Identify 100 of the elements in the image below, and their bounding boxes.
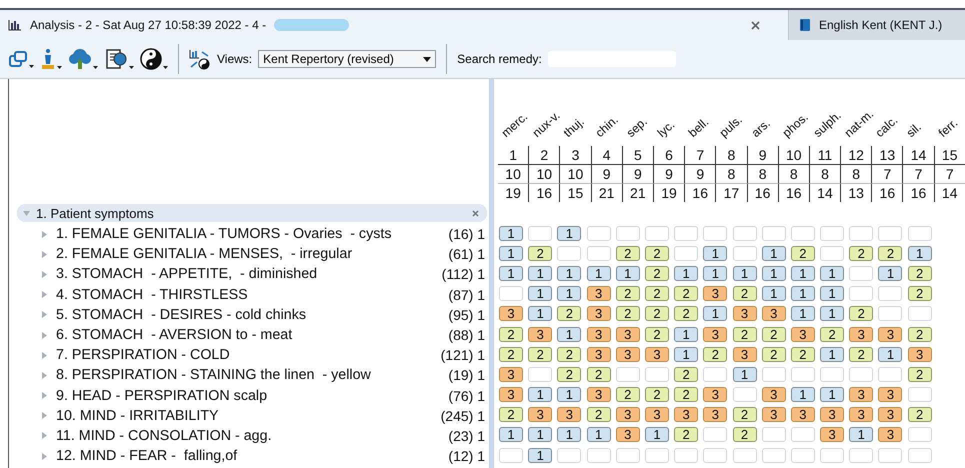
empty-grade-cell (616, 448, 640, 463)
grade-cell: 1 (586, 427, 611, 442)
collapsed-arrow-icon[interactable] (41, 230, 48, 238)
grade-cell: 2 (732, 286, 756, 302)
grade-cell: 3 (703, 286, 728, 302)
caret-icon[interactable] (129, 66, 134, 70)
yin-yang-icon[interactable] (140, 48, 162, 70)
grade-cell: 2 (908, 407, 932, 422)
caret-icon[interactable] (163, 66, 168, 70)
empty-grade-cell (732, 226, 756, 241)
close-icon[interactable] (751, 20, 760, 30)
symptom-rubric[interactable]: 1. FEMALE GENITALIA - TUMORS - Ovaries - cysts (56, 226, 440, 242)
caret-icon[interactable] (93, 66, 98, 70)
remedy-name[interactable]: bell. (686, 114, 712, 140)
collapsed-arrow-icon[interactable] (41, 332, 48, 339)
grade-cell: 3 (499, 387, 523, 402)
grade-cell: 3 (644, 346, 669, 362)
collapsed-arrow-icon[interactable] (41, 372, 48, 379)
grade-cell: 1 (528, 266, 552, 281)
remedy-name[interactable]: chin. (592, 112, 620, 140)
collapsed-arrow-icon[interactable] (41, 250, 48, 258)
grade-cell: 1 (849, 427, 874, 442)
tab[interactable]: English Kent (KENT J.) (788, 10, 965, 40)
remedy-name[interactable]: sil. (904, 120, 924, 140)
grade-cell: 1 (499, 266, 523, 281)
collapsed-arrow-icon[interactable] (41, 392, 48, 400)
symptom-rubric[interactable]: 11. MIND - CONSOLATION - agg. (56, 428, 440, 444)
grade-cell: 2 (878, 246, 902, 261)
grade-cell: 3 (528, 326, 552, 342)
empty-grade-cell (820, 246, 844, 261)
remedy-name[interactable]: lyc. (654, 118, 678, 140)
remedy-count-cell: 7 (934, 165, 965, 184)
group-header[interactable]: 1. Patient symptoms (17, 204, 487, 222)
grade-cell: 2 (849, 346, 874, 362)
empty-grade-cell (586, 448, 611, 463)
remedy-count-cell: 9 (654, 165, 686, 184)
close-icon[interactable] (472, 210, 479, 216)
remedy-rank-cell: 14 (903, 146, 935, 165)
symptom-rubric[interactable]: 3. STOMACH - APPETITE, - diminished (56, 266, 434, 282)
caret-icon[interactable] (57, 66, 62, 70)
collapsed-arrow-icon[interactable] (41, 352, 48, 359)
symptom-rubric[interactable]: 12. MIND - FEAR - falling,of (56, 448, 440, 464)
collapsed-arrow-icon[interactable] (41, 270, 48, 278)
empty-grade-cell (849, 226, 874, 241)
grade-cell: 2 (908, 286, 932, 302)
symptom-rubric[interactable]: 4. STOMACH - THIRSTLESS (56, 286, 440, 303)
remedy-name[interactable]: puls. (716, 112, 746, 140)
remedy-score-cell: 19 (498, 184, 530, 202)
remedy-score-cell: 15 (560, 184, 592, 202)
symptom-rubric[interactable]: 5. STOMACH - DESIRES - cold chinks (56, 306, 440, 323)
grade-cell: 2 (762, 346, 786, 362)
empty-grade-cell (703, 448, 728, 463)
remedy-count-cell: 8 (841, 165, 872, 184)
rubric-count: (12) 1 (448, 448, 485, 464)
chart-arrows-icon[interactable] (189, 48, 211, 70)
collapsed-arrow-icon[interactable] (41, 311, 48, 318)
grade-cell: 3 (849, 326, 874, 342)
grade-cell: 3 (762, 387, 786, 402)
remedy-name[interactable]: thuj. (561, 114, 588, 140)
remedy-count-cell: 8 (748, 165, 779, 184)
views-dropdown[interactable]: Kent Repertory (revised) (258, 50, 436, 68)
caret-icon[interactable] (29, 65, 34, 69)
grade-cell: 2 (557, 366, 582, 382)
remedy-name[interactable]: calc. (872, 113, 901, 140)
collapsed-arrow-icon[interactable] (41, 432, 48, 440)
grade-cell: 1 (557, 226, 582, 241)
remedy-score-cell: 14 (934, 184, 965, 202)
grade-cell: 2 (644, 387, 669, 402)
remedy-name[interactable]: sep. (623, 114, 650, 140)
symptom-rubric[interactable]: 10. MIND - IRRITABILITY (56, 408, 433, 424)
symptom-rubric[interactable]: 6. STOMACH - AVERSION to - meat (56, 327, 440, 344)
symptom-rubric[interactable]: 2. FEMALE GENITALIA - MENSES, - irregular (56, 246, 440, 262)
globe-document-icon[interactable] (104, 48, 128, 70)
grade-cell: 1 (878, 346, 902, 362)
collapsed-arrow-icon[interactable] (41, 452, 48, 460)
empty-grade-cell (820, 448, 844, 463)
dropdown-arrow-icon[interactable] (423, 56, 432, 62)
remedy-name[interactable]: ferr. (935, 116, 960, 140)
empty-grade-cell (878, 448, 902, 463)
tree-icon[interactable] (68, 48, 92, 70)
tab[interactable]: Analysis - 2 - Sat Aug 27 10:58:39 2022 - 4 - (0, 10, 788, 40)
grade-cell: 1 (528, 427, 552, 442)
remedy-count-cell: 9 (622, 165, 654, 184)
grade-cell: 2 (732, 326, 756, 342)
symptom-rubric[interactable]: 7. PERSPIRATION - COLD (56, 347, 433, 364)
grade-cell: 1 (528, 306, 552, 322)
remedy-name[interactable]: ars. (748, 116, 772, 140)
empty-grade-cell (790, 448, 815, 463)
symptom-rubric[interactable]: 8. PERSPIRATION - STAINING the linen - yellow (56, 367, 440, 384)
empty-grade-cell (616, 226, 640, 241)
collapsed-arrow-icon[interactable] (41, 412, 48, 420)
chess-piece-icon[interactable] (40, 48, 56, 70)
remedy-score-cell: 19 (654, 184, 686, 202)
collapsed-arrow-icon[interactable] (41, 291, 48, 298)
grade-cell: 2 (908, 366, 932, 382)
grade-cell: 3 (849, 387, 874, 402)
windows-icon[interactable] (8, 49, 28, 69)
remedy-rank-cell: 2 (529, 146, 560, 165)
empty-grade-cell (644, 366, 669, 382)
symptom-rubric[interactable]: 9. HEAD - PERSPIRATION scalp (56, 388, 440, 404)
